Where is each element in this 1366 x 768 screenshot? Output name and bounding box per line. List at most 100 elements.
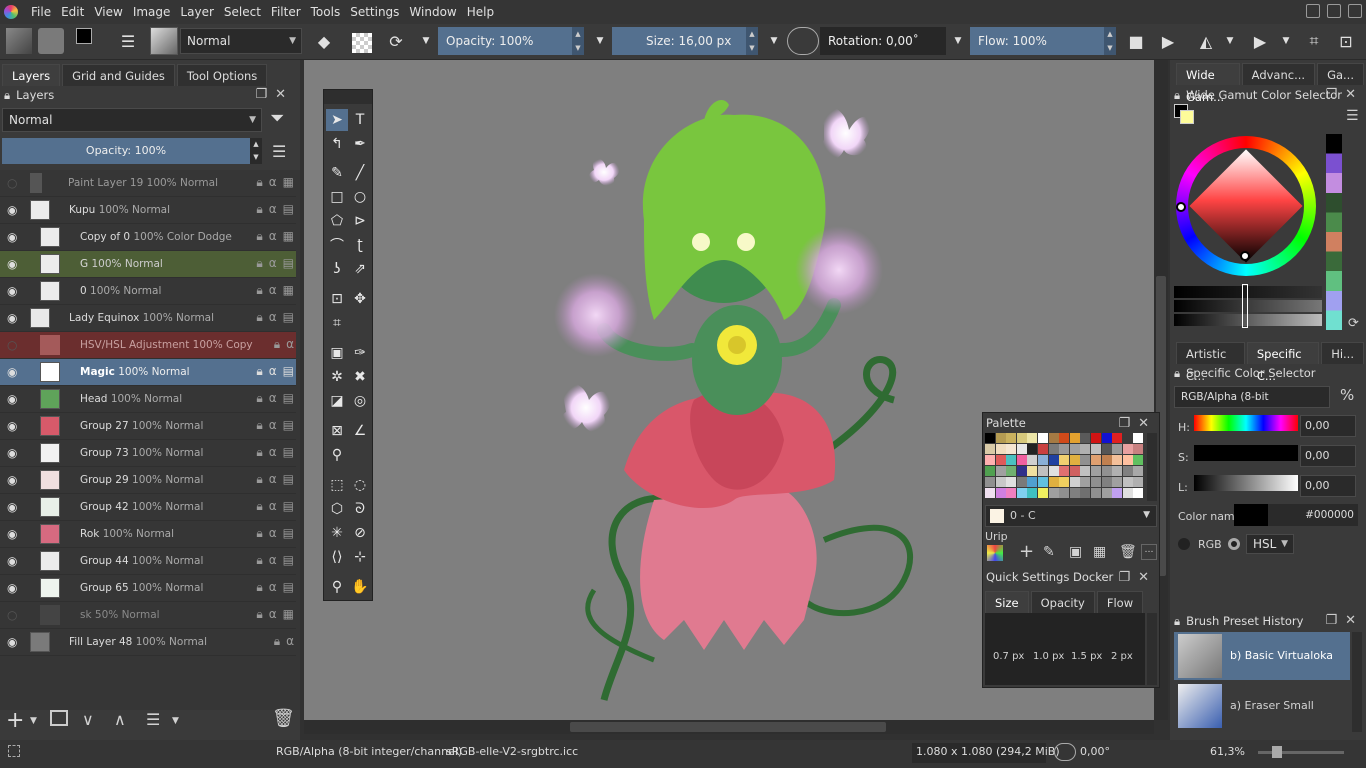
delete-swatch-icon[interactable]: 🗑︎ [1119,544,1137,560]
palette-swatch[interactable] [1122,444,1133,454]
palette-swatch[interactable] [985,444,995,454]
palette-swatch[interactable] [1122,466,1133,476]
tab-artistic-color[interactable]: Artistic C... [1176,342,1245,383]
preserve-alpha-icon[interactable] [352,33,372,53]
multibrush-tool-icon[interactable]: ⇗ [349,258,371,280]
palette-swatch[interactable] [1122,488,1133,498]
percent-toggle-icon[interactable]: % [1340,386,1354,404]
wrap-around-icon[interactable]: ⊡ [1334,29,1358,53]
palette-swatch[interactable] [1048,488,1059,498]
eraser-icon[interactable]: ◆ [312,29,336,53]
layer-row[interactable]: ◉ Copy of 0 100% Color Dodge 🔒︎ α ▦ [0,224,296,251]
crop-tool-icon[interactable]: ⌗ [326,312,348,334]
visibility-off-icon[interactable]: ○ [7,339,20,352]
visibility-icon[interactable]: ◉ [7,528,20,541]
palette-swatch[interactable] [1038,444,1048,454]
opacity-slider[interactable]: Opacity: 100% ▲ ▼ [438,27,584,55]
bg-color-swatch[interactable] [1180,110,1194,124]
palette-swatch[interactable] [1027,455,1038,465]
palette-swatch[interactable] [1048,455,1059,465]
size-preset[interactable]: 0.7 px [993,651,1024,662]
palette-swatch[interactable] [1080,433,1091,443]
lock-icon[interactable]: 🔒︎ [4,84,10,106]
fill-tool-icon[interactable]: ◪ [326,390,348,412]
palette-swatch[interactable] [1101,488,1112,498]
palette-swatch[interactable] [1080,455,1091,465]
close-window-button[interactable] [1348,4,1362,18]
saturation-value-input[interactable]: 0,00 [1300,445,1356,467]
layer-menu-icon[interactable]: ☰ [272,142,286,161]
selection-icon[interactable] [8,745,20,757]
palette-swatch[interactable] [1048,433,1059,443]
ellipse-tool-icon[interactable]: ○ [349,186,371,208]
bezier-selection-tool-icon[interactable]: ⟨⟩ [326,546,348,568]
float-icon[interactable]: ❐ [1325,613,1345,628]
visibility-icon[interactable]: ◉ [7,555,20,568]
palette-swatch[interactable] [1059,477,1070,487]
refresh-icon[interactable]: ⟳ [1348,316,1359,331]
palette-swatch[interactable] [995,488,1006,498]
gradient-tool-icon[interactable]: ▣ [326,342,348,364]
visibility-icon[interactable]: ◉ [7,231,20,244]
palette-swatch[interactable] [1027,444,1038,454]
palette-swatch[interactable] [1069,488,1080,498]
menu-edit[interactable]: Edit [56,0,89,24]
canvas-rotation-icon[interactable] [1054,743,1076,761]
float-icon[interactable]: ❐ [1118,570,1138,585]
lock-icon[interactable]: 🔒︎ [1174,610,1180,632]
palette-swatch[interactable] [1101,433,1112,443]
reference-images-tool-icon[interactable]: ⚲ [326,444,348,466]
palette-swatch[interactable] [1038,466,1048,476]
visibility-icon[interactable]: ◉ [7,285,20,298]
palette-swatch[interactable] [1112,433,1123,443]
gray-slider-3[interactable] [1174,314,1322,326]
close-icon[interactable]: ✕ [1138,570,1157,585]
layer-row[interactable]: ◉ Group 42 100% Normal 🔒︎ α ▤ [0,494,296,521]
visibility-icon[interactable]: ◉ [7,501,20,514]
select-shapes-tool-icon[interactable]: ➤ [326,109,348,131]
horizontal-scroll-thumb[interactable] [570,722,886,732]
tab-tool-options[interactable]: Tool Options [176,64,268,86]
close-icon[interactable]: ✕ [1345,613,1364,628]
palette-swatch[interactable] [1016,477,1027,487]
layer-blend-mode-dropdown[interactable]: Normal ▼ [2,108,262,132]
freehand-selection-tool-icon[interactable]: ᘐ [349,498,371,520]
transform-tool-icon[interactable]: ⊡ [326,288,348,310]
crop-icon[interactable]: ⌗ [1302,29,1326,53]
palette-swatch[interactable] [985,455,995,465]
gray-slider-1[interactable] [1174,286,1322,298]
palette-swatch[interactable] [1091,477,1101,487]
palette-swatch[interactable] [1112,477,1123,487]
gray-slider-2[interactable] [1174,300,1322,312]
palette-swatch[interactable] [1091,466,1101,476]
float-icon[interactable]: ❐ [255,87,275,102]
mirror-v-dropdown-icon[interactable]: ▼ [1274,29,1298,53]
save-palette-icon[interactable]: ▣ [1069,544,1082,560]
visibility-icon[interactable]: ◉ [7,366,20,379]
layer-row[interactable]: ◉ Group 73 100% Normal 🔒︎ α ▤ [0,440,296,467]
palette-swatch[interactable] [1027,488,1038,498]
palette-swatch[interactable] [1027,477,1038,487]
flow-slider[interactable]: Flow: 100% ▲ ▼ [970,27,1116,55]
palette-chooser-icon[interactable] [987,545,1003,561]
layer-properties-icon[interactable]: ☰ [146,710,160,729]
size-list-scrollbar[interactable] [1147,613,1157,685]
saturation-slider[interactable] [1194,445,1298,461]
rectangular-selection-tool-icon[interactable]: ⬚ [326,474,348,496]
lock-icon[interactable]: 🔒︎ [1174,362,1180,384]
palette-swatch[interactable] [995,466,1006,476]
palette-swatch[interactable] [1006,488,1017,498]
contiguous-selection-tool-icon[interactable]: ✳ [326,522,348,544]
palette-swatch[interactable] [1133,433,1144,443]
layer-row[interactable]: ◉ Group 27 100% Normal 🔒︎ α ▤ [0,413,296,440]
palette-swatch[interactable] [1080,488,1091,498]
float-icon[interactable]: ❐ [1118,416,1138,431]
menu-filter[interactable]: Filter [266,0,306,24]
palette-swatch[interactable] [1006,433,1017,443]
color-picker-tool-icon[interactable]: ✑ [349,342,371,364]
move-tool-icon[interactable]: ✥ [349,288,371,310]
add-layer-dropdown-icon[interactable]: ▼ [30,716,37,726]
palette-swatch[interactable] [1059,433,1070,443]
rotation-slider[interactable]: Rotation: 0,00˚ [820,27,946,55]
edit-shapes-tool-icon[interactable]: ↰ [326,133,348,155]
